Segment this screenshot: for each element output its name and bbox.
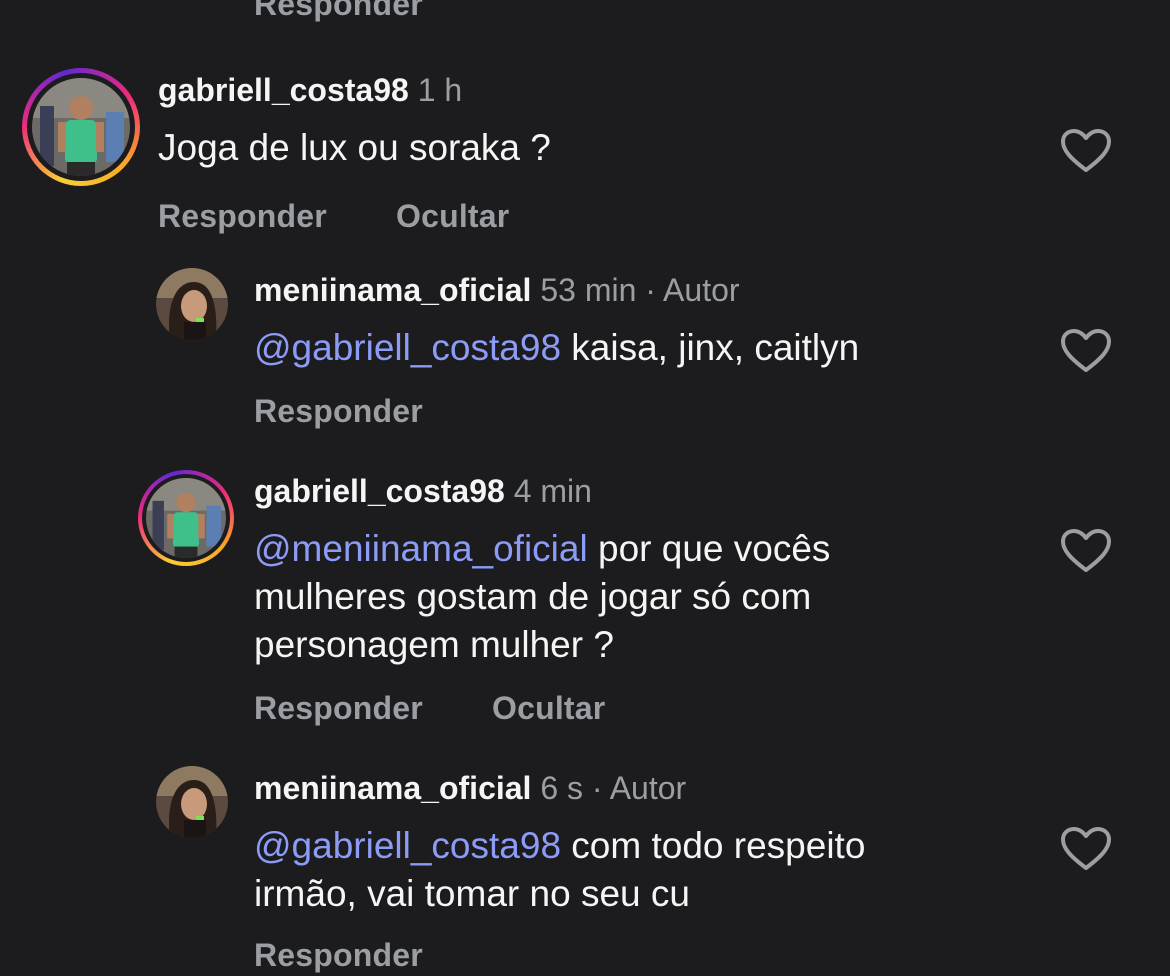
avatar: [32, 78, 130, 176]
author-badge: · Autor: [591, 770, 687, 806]
reply-button[interactable]: Responder: [254, 0, 423, 23]
comment-text: @meniinama_oficial por que vocês mulhere…: [254, 525, 830, 669]
heart-outline-icon[interactable]: [1060, 826, 1112, 872]
reply-button[interactable]: Responder: [254, 393, 423, 430]
hide-button[interactable]: Ocultar: [396, 198, 509, 235]
heart-outline-icon[interactable]: [1060, 528, 1112, 574]
hide-button[interactable]: Ocultar: [492, 690, 605, 727]
timestamp: 53 min: [540, 272, 637, 308]
heart-outline-icon[interactable]: [1060, 328, 1112, 374]
username[interactable]: meniinama_oficial: [254, 770, 531, 806]
comment-text: Joga de lux ou soraka ?: [158, 124, 551, 172]
reply-button[interactable]: Responder: [254, 937, 423, 974]
mention-link[interactable]: @gabriell_costa98: [254, 327, 561, 368]
username[interactable]: meniinama_oficial: [254, 272, 531, 308]
comment-body: Joga de lux ou soraka ?: [158, 127, 551, 168]
comment-body: kaisa, jinx, caitlyn: [561, 327, 860, 368]
reply-button[interactable]: Responder: [254, 690, 423, 727]
username[interactable]: gabriell_costa98: [158, 72, 409, 108]
timestamp: 1 h: [417, 72, 463, 108]
avatar-icon[interactable]: [156, 766, 228, 838]
author-badge: · Autor: [645, 272, 740, 308]
comment-text: @gabriell_costa98 kaisa, jinx, caitlyn: [254, 324, 859, 372]
mention-link[interactable]: @meniinama_oficial: [254, 528, 588, 569]
avatar-story-ring-icon[interactable]: [138, 470, 234, 566]
timestamp: 6 s: [540, 770, 584, 806]
username[interactable]: gabriell_costa98: [254, 473, 505, 509]
reply-button[interactable]: Responder: [158, 198, 327, 235]
avatar-icon[interactable]: [156, 268, 228, 340]
avatar: [146, 478, 226, 558]
mention-link[interactable]: @gabriell_costa98: [254, 825, 561, 866]
timestamp: 4 min: [513, 473, 592, 509]
comment-text: @gabriell_costa98 com todo respeito irmã…: [254, 822, 865, 918]
avatar-story-ring-icon[interactable]: [22, 68, 140, 186]
heart-outline-icon[interactable]: [1060, 128, 1112, 174]
